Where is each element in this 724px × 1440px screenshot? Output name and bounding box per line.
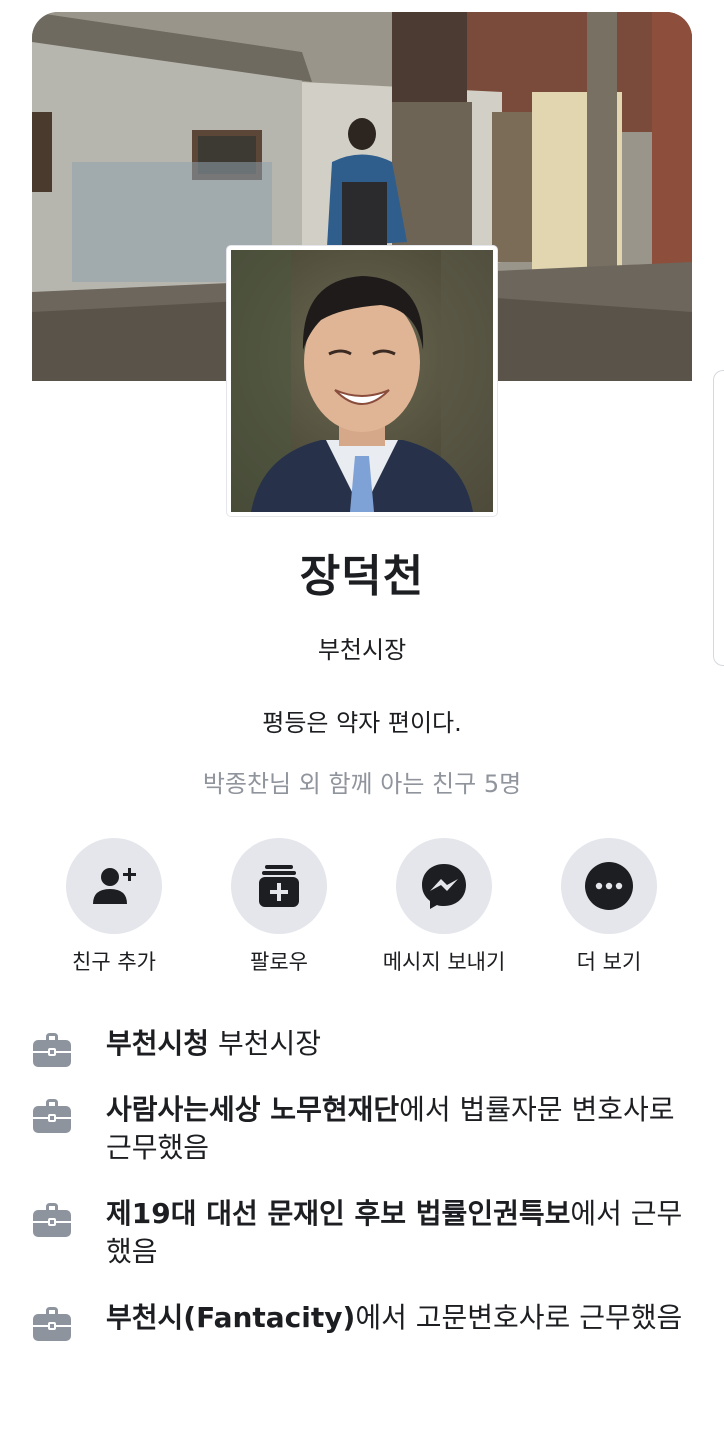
action-bar: 친구 추가 팔로우 메시지 보내기 더 보기 (0, 838, 724, 978)
work-item-roh-foundation: 사람사는세상 노무현재단에서 법률자문 변호사로 근무했음 (0, 1091, 724, 1167)
send-message-label: 메시지 보내기 (382, 950, 506, 974)
briefcase-icon (33, 1203, 71, 1237)
add-friend-circle (66, 838, 162, 934)
add-friend-button[interactable]: 친구 추가 (24, 838, 204, 976)
add-friend-icon (93, 868, 136, 904)
work-info-list: 부천시청 부천시장 사람사는세상 노무현재단에서 법률자문 변호사로 근무했음 … (0, 1025, 724, 1365)
work-item-text: 부천시장 (209, 1027, 321, 1060)
work-item-org[interactable]: 제19대 대선 문재인 후보 법률인권특보 (106, 1197, 570, 1230)
follow-icon (259, 865, 299, 907)
work-item-text: 에서 고문변호사로 근무했음 (355, 1301, 683, 1334)
work-item-fantacity: 부천시(Fantacity)에서 고문변호사로 근무했음 (0, 1299, 724, 1341)
briefcase-icon (33, 1099, 71, 1133)
work-item-org[interactable]: 사람사는세상 노무현재단 (106, 1093, 399, 1126)
mutual-friends-link[interactable]: 박종찬님 외 함께 아는 친구 5명 (0, 764, 724, 799)
more-button[interactable]: 더 보기 (519, 838, 699, 976)
messenger-icon (422, 864, 466, 909)
profile-page: 장덕천 부천시장 평등은 약자 편이다. 박종찬님 외 함께 아는 친구 5명 … (0, 0, 724, 1440)
more-label: 더 보기 (576, 950, 642, 974)
follow-label: 팔로우 (250, 950, 308, 974)
briefcase-icon (33, 1033, 71, 1067)
profile-subtitle: 부천시장 (317, 636, 407, 664)
profile-picture[interactable] (227, 246, 497, 516)
send-message-button[interactable]: 메시지 보내기 (354, 838, 534, 976)
follow-circle (231, 838, 327, 934)
profile-bio: 평등은 약자 편이다. (262, 709, 462, 737)
more-circle (561, 838, 657, 934)
add-friend-label: 친구 추가 (72, 950, 156, 974)
more-icon (585, 862, 633, 910)
scrollbar-edge (713, 370, 724, 666)
work-item-bucheon-city-hall: 부천시청 부천시장 (0, 1025, 724, 1067)
follow-button[interactable]: 팔로우 (189, 838, 369, 976)
work-item-election-campaign: 제19대 대선 문재인 후보 법률인권특보에서 근무했음 (0, 1195, 724, 1271)
briefcase-icon (33, 1307, 71, 1341)
profile-name: 장덕천 (299, 551, 425, 602)
send-message-circle (396, 838, 492, 934)
work-item-org[interactable]: 부천시청 (106, 1027, 209, 1060)
work-item-org[interactable]: 부천시(Fantacity) (106, 1301, 355, 1334)
